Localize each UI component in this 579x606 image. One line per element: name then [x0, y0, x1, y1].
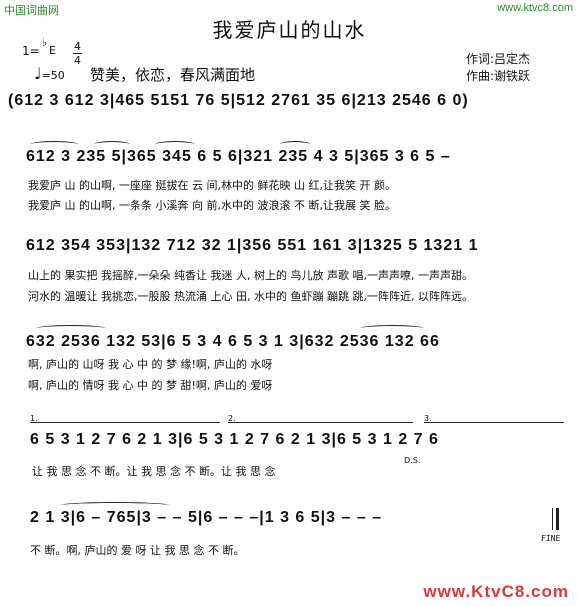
- flat-sign: ♭: [42, 36, 48, 49]
- slur: [94, 141, 130, 148]
- dal-segno-mark: D.S.: [404, 456, 421, 465]
- notation-row-2: 612 3 235 5|365 345 6 5 6|321 235 4 3 5|…: [26, 148, 451, 165]
- volta-3-line: [424, 422, 564, 423]
- site-url: www.ktvc8.com: [497, 2, 573, 14]
- lyric-row-6: 不 断。啊, 庐山的 爱 呀 让 我 思 念 不 断。: [30, 544, 245, 557]
- lyric-row-4-verse-2: 啊, 庐山的 情呀 我 心 中 的 梦 甜!啊, 庐山的 爱呀: [28, 379, 273, 392]
- key-one: 1=: [22, 44, 40, 58]
- lyric-row-2-verse-1: 我爱庐 山 的山啊, 一座座 挺拔在 云 间,林中的 鲜花映 山 红,让我笑 开…: [28, 179, 396, 192]
- volta-2-line: [228, 422, 413, 423]
- slur: [36, 325, 106, 332]
- time-signature-top: 4: [74, 40, 81, 53]
- slur: [30, 141, 78, 148]
- key-letter: E: [49, 44, 56, 57]
- lyric-row-5: 让 我 思 念 不 断。让 我 思 念 不 断。让 我 思 念: [32, 465, 276, 478]
- notation-row-3: 612 354 353|132 712 32 1|356 551 161 3|1…: [26, 237, 479, 254]
- watermark: www.KtvC8.com: [423, 582, 569, 601]
- tempo-marking: ♩=50: [34, 64, 65, 83]
- lyric-row-2-verse-2: 我爱庐 山 的山啊, 一条条 小溪奔 向 前,水中的 波浪滚 不 断,让我展 笑…: [28, 199, 396, 212]
- slur: [155, 141, 195, 148]
- slur: [60, 502, 170, 509]
- notation-row-4: 632 2536 132 53|6 5 3 4 6 5 3 1 3|632 25…: [26, 333, 440, 350]
- slur: [360, 325, 424, 332]
- fine-mark: FINE: [541, 534, 561, 543]
- volta-1-line: [30, 422, 220, 423]
- quarter-note-icon: ♩: [34, 64, 42, 83]
- final-barline-thick: [556, 508, 559, 530]
- lyric-row-3-verse-1: 山上的 果实把 我摇醉,一朵朵 纯香让 我迷 人, 树上的 鸟儿放 声歌 唱,一…: [28, 269, 473, 282]
- notation-row-5: 6 5 3 1 2 7 6 2 1 3|6 5 3 1 2 7 6 2 1 3|…: [30, 431, 439, 448]
- slur: [280, 141, 310, 148]
- notation-row-6: 2 1 3|6 – 765|3 – – 5|6 – – –|1 3 6 5|3 …: [30, 509, 383, 526]
- lyric-row-3-verse-2: 河水的 温暖让 我挑恋,一股股 热流涌 上心 田, 水中的 鱼虾蹦 蹦跳 跳,一…: [28, 290, 473, 303]
- time-signature-bottom: 4: [74, 54, 81, 67]
- tempo-value: =50: [41, 69, 65, 82]
- composer-credit: 作曲:谢铁跃: [466, 69, 531, 83]
- song-title: 我爱庐山的山水: [212, 18, 367, 42]
- notation-row-1: (612 3 612 3|465 5151 76 5|512 2761 35 6…: [8, 92, 469, 109]
- lyricist-credit: 作词:吕定杰: [466, 52, 531, 66]
- key-signature: 1=: [22, 44, 40, 58]
- lyric-row-4-verse-1: 啊, 庐山的 山呀 我 心 中 的 梦 缘!啊, 庐山的 水呀: [28, 358, 273, 371]
- final-barline-thin: [552, 508, 553, 530]
- intro-lyric: 赞美，依恋，春风满面地: [90, 66, 256, 84]
